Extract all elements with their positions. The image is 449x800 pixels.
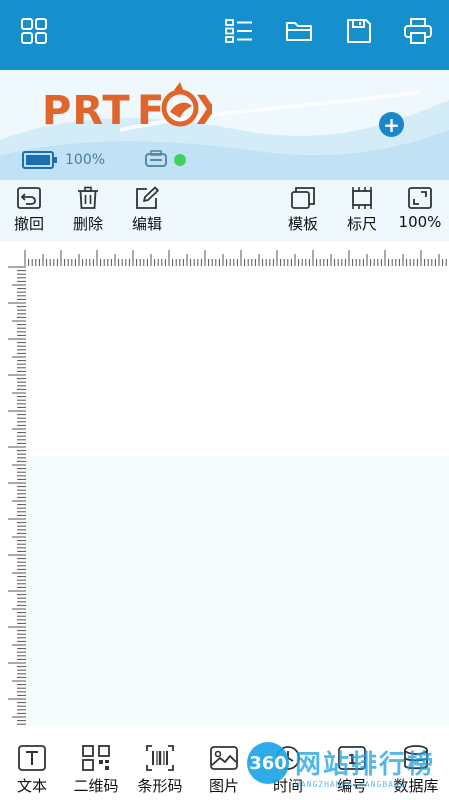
grid-menu-icon bbox=[21, 18, 47, 44]
folder-icon bbox=[286, 22, 312, 41]
battery-icon bbox=[22, 151, 57, 169]
grid-menu-button[interactable] bbox=[19, 16, 49, 46]
add-text-button[interactable]: 文本 bbox=[0, 745, 64, 796]
ruler-icon bbox=[352, 187, 372, 209]
text-icon bbox=[18, 745, 46, 771]
top-app-bar bbox=[0, 0, 449, 70]
undo-icon bbox=[17, 187, 41, 209]
battery-level-text: 100% bbox=[65, 152, 106, 168]
undo-button[interactable]: 撤回 bbox=[7, 186, 51, 234]
template-button[interactable]: 模板 bbox=[281, 186, 325, 234]
undo-label: 撤回 bbox=[13, 215, 44, 233]
prtfox-logo: PRT F X bbox=[42, 82, 212, 132]
horizontal-ruler-ticks bbox=[24, 250, 447, 266]
qrcode-label: 二维码 bbox=[73, 777, 119, 795]
add-barcode-button[interactable]: 条形码 bbox=[128, 745, 192, 796]
site-watermark: 360 网站排行榜 WANGZHANPAIHANGBANG bbox=[247, 740, 449, 800]
print-button[interactable] bbox=[403, 16, 433, 46]
horizontal-ruler[interactable] bbox=[24, 242, 449, 266]
svg-text:F: F bbox=[137, 88, 164, 132]
svg-text:X: X bbox=[196, 88, 212, 132]
template-label: 模板 bbox=[287, 215, 318, 233]
edit-toolbar: 撤回 删除 编辑 模板 标尺 100% bbox=[0, 180, 449, 242]
fullscreen-icon bbox=[408, 187, 432, 209]
list-icon bbox=[225, 19, 252, 43]
barcode-label: 条形码 bbox=[137, 777, 183, 795]
vertical-ruler-ticks bbox=[8, 266, 26, 725]
add-printer-button[interactable]: + bbox=[379, 112, 404, 137]
plus-icon: + bbox=[383, 112, 400, 137]
ruler-label: 标尺 bbox=[346, 215, 377, 233]
save-button[interactable] bbox=[344, 16, 374, 46]
text-label: 文本 bbox=[16, 777, 47, 795]
watermark-text: 网站排行榜 bbox=[295, 750, 436, 780]
add-qrcode-button[interactable]: 二维码 bbox=[64, 745, 128, 796]
open-folder-button[interactable] bbox=[284, 16, 314, 46]
zoom-label: 100% bbox=[398, 213, 442, 231]
edit-icon bbox=[136, 186, 159, 209]
qrcode-icon bbox=[82, 745, 110, 771]
template-icon bbox=[291, 187, 315, 209]
brand-logo: PRT F X bbox=[42, 82, 212, 132]
delete-label: 删除 bbox=[72, 215, 103, 233]
watermark-subtext: WANGZHANPAIHANGBANG bbox=[295, 780, 406, 789]
image-label: 图片 bbox=[208, 777, 239, 795]
printer-connection-status bbox=[144, 150, 186, 170]
vertical-ruler[interactable] bbox=[0, 266, 26, 726]
list-button[interactable] bbox=[224, 16, 254, 46]
battery-status: 100% bbox=[22, 151, 105, 169]
ruler-corner bbox=[0, 242, 24, 266]
delete-button[interactable]: 删除 bbox=[66, 186, 110, 234]
edit-button[interactable]: 编辑 bbox=[125, 186, 169, 234]
canvas-background-area bbox=[26, 456, 449, 726]
print-icon bbox=[404, 18, 432, 44]
image-icon bbox=[210, 746, 238, 770]
save-icon bbox=[347, 19, 371, 43]
printer-banner: PRT F X + 100% bbox=[0, 70, 449, 180]
edit-label: 编辑 bbox=[131, 215, 162, 233]
watermark-badge: 360 bbox=[247, 742, 289, 784]
trash-icon bbox=[78, 186, 98, 209]
label-canvas[interactable] bbox=[26, 266, 449, 726]
connection-dot bbox=[174, 154, 186, 166]
ruler-button[interactable]: 标尺 bbox=[340, 186, 384, 234]
zoom-button[interactable]: 100% bbox=[398, 186, 442, 231]
svg-text:PRT: PRT bbox=[42, 88, 131, 132]
printer-status-icon bbox=[145, 150, 167, 167]
barcode-icon bbox=[146, 745, 174, 771]
